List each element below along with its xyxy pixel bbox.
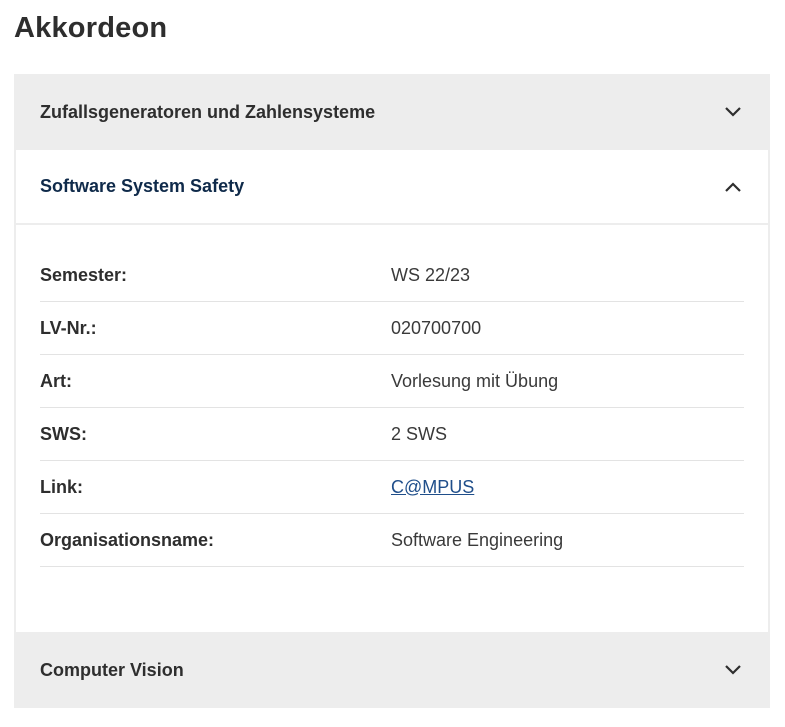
accordion-title: Computer Vision xyxy=(40,659,184,680)
detail-value: Vorlesung mit Übung xyxy=(391,370,559,391)
accordion-panel: Semester: WS 22/23 LV-Nr.: 020700700 Art… xyxy=(16,225,768,632)
detail-row-semester: Semester: WS 22/23 xyxy=(40,249,744,302)
detail-value: 2 SWS xyxy=(391,423,448,444)
chevron-down-icon xyxy=(722,659,744,681)
accordion-item-software-system-safety: Software System Safety Semester: WS 22/2… xyxy=(14,150,770,632)
detail-value: Software Engineering xyxy=(391,529,564,550)
detail-label: LV-Nr.: xyxy=(40,317,97,338)
chevron-down-icon xyxy=(722,101,744,123)
detail-label: SWS: xyxy=(40,423,87,444)
detail-row-organisationsname: Organisationsname: Software Engineering xyxy=(40,514,744,567)
detail-row-link: Link: C@MPUS xyxy=(40,461,744,514)
accordion-header-computer-vision[interactable]: Computer Vision xyxy=(14,632,770,708)
detail-row-art: Art: Vorlesung mit Übung xyxy=(40,355,744,408)
detail-value: C@MPUS xyxy=(391,477,474,498)
accordion-item-zufallsgeneratoren: Zufallsgeneratoren und Zahlensysteme xyxy=(14,74,770,150)
accordion-title: Zufallsgeneratoren und Zahlensysteme xyxy=(40,101,376,122)
accordion-item-computer-vision: Computer Vision xyxy=(14,632,770,708)
accordion: Zufallsgeneratoren und Zahlensysteme Sof… xyxy=(14,74,770,708)
detail-label: Organisationsname: xyxy=(40,529,215,550)
accordion-header-software-system-safety[interactable]: Software System Safety xyxy=(16,150,768,225)
detail-label: Semester: xyxy=(40,264,128,285)
accordion-header-zufallsgeneratoren[interactable]: Zufallsgeneratoren und Zahlensysteme xyxy=(14,74,770,150)
detail-value: WS 22/23 xyxy=(391,264,471,285)
page-title: Akkordeon xyxy=(14,12,168,44)
accordion-title: Software System Safety xyxy=(40,176,245,196)
detail-row-lv-nr: LV-Nr.: 020700700 xyxy=(40,302,744,355)
detail-row-sws: SWS: 2 SWS xyxy=(40,408,744,461)
detail-label: Link: xyxy=(40,476,83,497)
detail-value: 020700700 xyxy=(391,317,482,338)
chevron-up-icon xyxy=(722,176,744,198)
campus-link[interactable]: C@MPUS xyxy=(391,477,474,497)
detail-label: Art: xyxy=(40,370,72,391)
